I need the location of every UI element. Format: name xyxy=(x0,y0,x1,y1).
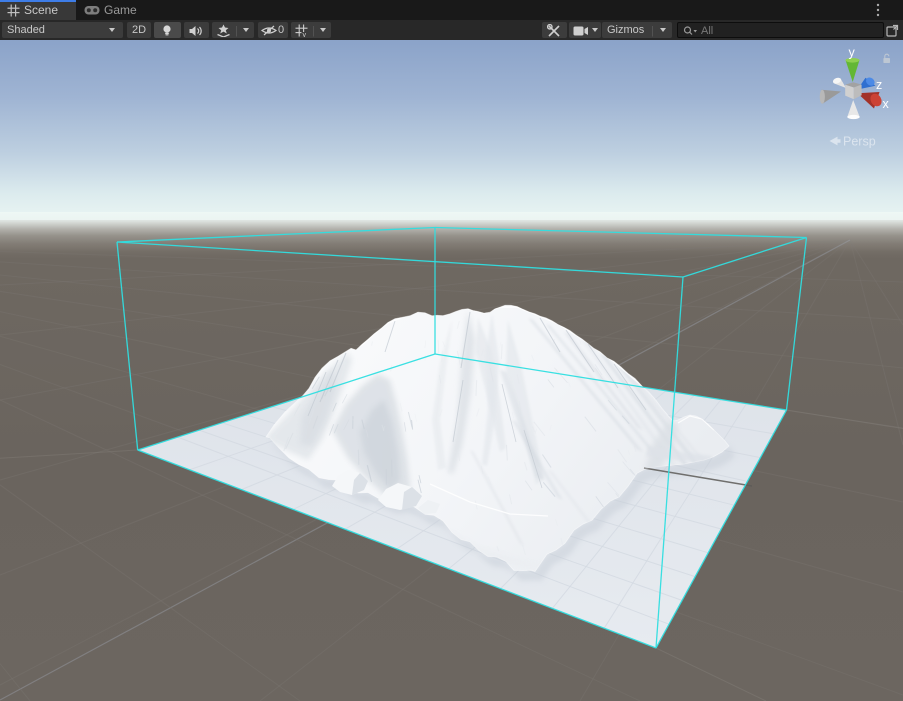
svg-text:z: z xyxy=(876,78,882,92)
svg-text:Persp: Persp xyxy=(843,135,876,149)
svg-text:y: y xyxy=(303,32,307,37)
svg-text:x: x xyxy=(883,97,890,111)
svg-text:y: y xyxy=(849,46,856,60)
